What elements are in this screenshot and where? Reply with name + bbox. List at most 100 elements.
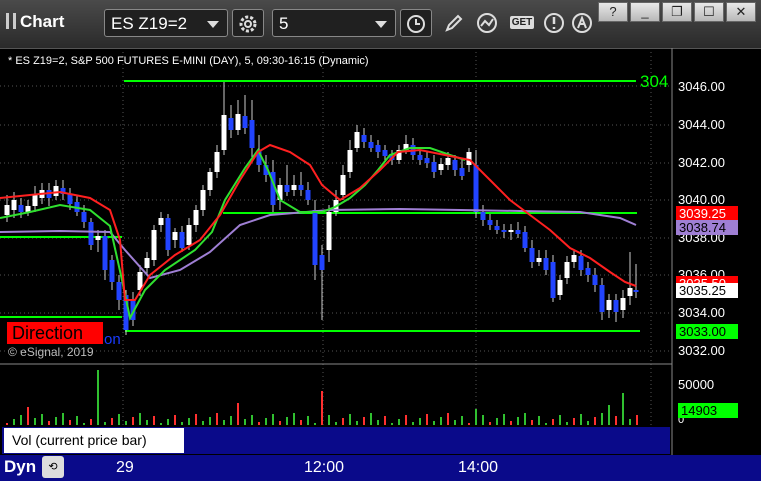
candle-body [424, 158, 430, 163]
volume-bar [307, 416, 309, 425]
volume-current-tag: 14903 [678, 403, 738, 418]
anchor-icon [572, 13, 592, 33]
candle-body [32, 195, 38, 206]
draw-button[interactable] [438, 9, 470, 37]
price-chart[interactable] [0, 48, 761, 481]
candle-body [375, 145, 381, 152]
candle-body [200, 190, 206, 210]
volume-bar [622, 393, 624, 425]
chevron-down-icon[interactable] [375, 21, 387, 28]
candle-body [361, 135, 367, 142]
candle-body [179, 232, 185, 248]
candle-body [480, 212, 486, 220]
fit-icon[interactable]: ⟲ [42, 456, 64, 478]
symbol-selector[interactable]: ES Z19=2 [104, 9, 228, 37]
price-axis-label: 3042.00 [678, 155, 725, 170]
candle-body [207, 172, 213, 190]
volume-bar [13, 419, 15, 425]
alert-icon [544, 13, 564, 33]
symbol-settings-button[interactable] [232, 9, 264, 37]
close-button[interactable]: ✕ [726, 2, 756, 22]
candle-body [501, 230, 507, 232]
volume-bar [153, 416, 155, 425]
price-axis-label: 3046.00 [678, 79, 725, 94]
volume-bar [146, 420, 148, 425]
candle-body [473, 165, 479, 212]
price-axis-label: 3034.00 [678, 305, 725, 320]
candle-body [235, 114, 241, 130]
volume-study-label[interactable]: Vol (current price bar) [4, 428, 184, 453]
volume-bar [349, 414, 351, 425]
volume-bar [531, 420, 533, 425]
volume-bar [20, 415, 22, 425]
candle-body [109, 260, 115, 282]
chevron-down-icon[interactable] [207, 21, 219, 28]
volume-bar [461, 416, 463, 425]
candle-body [249, 120, 255, 148]
restore-icon: ❐ [671, 4, 683, 19]
volume-bar [440, 417, 442, 425]
candle-body [53, 186, 59, 196]
price-tag-last: 3035.25 [676, 283, 738, 298]
volume-bar [636, 415, 638, 425]
volume-bar [195, 414, 197, 425]
dynamic-mode-label[interactable]: Dyn [4, 457, 36, 477]
minimize-button[interactable]: _ [630, 2, 660, 22]
volume-bars [6, 370, 638, 425]
volume-bar [587, 421, 589, 425]
studies-button[interactable] [472, 9, 504, 37]
price-tag-red: 3039.25 [676, 206, 738, 221]
interval-value: 5 [279, 14, 289, 33]
volume-bar [363, 417, 365, 425]
candle-body [319, 255, 325, 270]
volume-bar [475, 409, 477, 425]
volume-bar [419, 418, 421, 425]
candle-body [11, 200, 17, 210]
volume-bar [223, 420, 225, 425]
candle-body [529, 248, 535, 262]
anchor-button[interactable] [566, 9, 598, 37]
direction-suffix: on [104, 331, 121, 348]
volume-bar [216, 413, 218, 425]
candle-body [445, 158, 451, 165]
close-icon: ✕ [735, 4, 747, 19]
volume-bar [496, 418, 498, 425]
volume-bar [209, 417, 211, 425]
volume-bar [580, 414, 582, 425]
volume-bar [594, 417, 596, 425]
drag-grip-icon[interactable] [6, 13, 16, 29]
candle-body [368, 142, 374, 148]
maximize-button[interactable]: ☐ [694, 2, 724, 22]
candle-body [340, 175, 346, 195]
gear-icon [239, 15, 257, 33]
volume-bar [538, 416, 540, 425]
candlesticks[interactable] [4, 82, 639, 335]
candle-body [606, 300, 612, 310]
restore-button[interactable]: ❐ [662, 2, 692, 22]
candle-body [214, 152, 220, 172]
pencil-icon [445, 14, 463, 32]
candle-body [298, 185, 304, 190]
volume-bar [629, 419, 631, 425]
time-button[interactable] [400, 9, 432, 37]
time-axis-bar [0, 455, 761, 481]
candle-body [291, 185, 297, 190]
volume-bar [433, 421, 435, 425]
interval-selector[interactable]: 5 [272, 9, 396, 37]
volume-bar [251, 415, 253, 425]
candle-body [571, 255, 577, 262]
volume-bar [132, 417, 134, 425]
volume-close-button[interactable]: x [172, 427, 178, 441]
volume-bar [237, 403, 239, 425]
candle-body [543, 258, 549, 270]
volume-bar [139, 413, 141, 425]
candle-body [326, 212, 332, 250]
volume-bar [293, 413, 295, 425]
help-label: ? [609, 4, 617, 19]
help-button[interactable]: ? [598, 2, 628, 22]
candle-body [305, 190, 311, 200]
get-button[interactable]: GET [506, 9, 538, 37]
volume-bar [258, 422, 260, 425]
volume-bar [398, 419, 400, 425]
candle-body [158, 218, 164, 225]
